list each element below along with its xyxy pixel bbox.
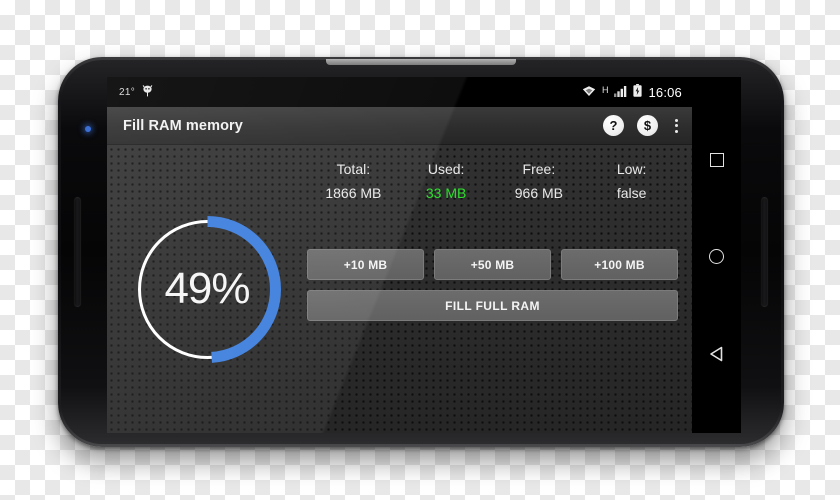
speaker-grille-left — [74, 197, 81, 307]
network-type-label: H — [601, 84, 609, 95]
add-10mb-button[interactable]: +10 MB — [307, 249, 424, 280]
temperature-indicator: 21° — [119, 86, 136, 98]
ram-usage-gauge: 49% — [131, 213, 284, 366]
battery-charging-icon — [633, 84, 643, 100]
stat-label: Total: — [336, 161, 371, 177]
stat-value: 1866 MB — [325, 185, 382, 201]
action-bar: Fill RAM memory ? $ — [107, 107, 692, 145]
clock: 16:06 — [648, 84, 682, 100]
recents-square-icon[interactable] — [708, 151, 725, 168]
app-area: 21° H 16:06 Fill RAM memory ? $ 49% Tota… — [107, 77, 692, 433]
overflow-dot — [675, 118, 678, 122]
status-bar: 21° H 16:06 — [107, 77, 692, 107]
stat-label: Free: — [522, 161, 556, 177]
help-icon[interactable]: ? — [603, 115, 624, 136]
stat-label: Used: — [427, 161, 465, 177]
back-triangle-icon[interactable] — [708, 346, 725, 363]
stat-used: Used: 33 MB — [400, 161, 493, 201]
action-bar-icons: ? $ — [603, 115, 682, 136]
android-notification-icon — [142, 84, 153, 100]
page-title: Fill RAM memory — [123, 117, 243, 134]
earpiece-speaker — [326, 59, 516, 65]
main-content: 49% Total: 1866 MB Used: 33 MB Free: 966… — [107, 145, 692, 433]
home-circle-icon[interactable] — [708, 248, 725, 265]
status-bar-left: 21° — [119, 84, 153, 100]
add-50mb-button[interactable]: +50 MB — [434, 249, 551, 280]
notification-led — [85, 126, 91, 132]
gauge-percent-label: 49% — [164, 264, 250, 313]
gauge-column: 49% — [107, 145, 307, 433]
phone-bezel: 21° H 16:06 Fill RAM memory ? $ 49% Tota… — [61, 59, 781, 444]
stat-low: Low: false — [585, 161, 678, 201]
wifi-icon — [582, 85, 596, 100]
stat-value: false — [616, 185, 647, 201]
navigation-bar — [692, 77, 741, 433]
overflow-menu-icon[interactable] — [671, 117, 682, 135]
stat-label: Low: — [616, 161, 647, 177]
overflow-dot — [675, 124, 678, 127]
stat-value: 966 MB — [514, 185, 563, 201]
add-100mb-button[interactable]: +100 MB — [561, 249, 678, 280]
donate-dollar-icon[interactable]: $ — [637, 115, 658, 136]
right-column: Total: 1866 MB Used: 33 MB Free: 966 MB — [307, 145, 692, 433]
signal-bars-icon — [614, 85, 627, 100]
phone-screen: 21° H 16:06 Fill RAM memory ? $ 49% Tota… — [107, 77, 741, 433]
stat-value: 33 MB — [425, 185, 467, 201]
speaker-grille-right — [761, 197, 768, 307]
stat-total: Total: 1866 MB — [307, 161, 400, 201]
stat-free: Free: 966 MB — [493, 161, 586, 201]
status-bar-right: H 16:06 — [582, 84, 682, 100]
fill-full-ram-button[interactable]: FILL FULL RAM — [307, 290, 678, 321]
overflow-dot — [675, 129, 678, 133]
phone-device: 21° H 16:06 Fill RAM memory ? $ 49% Tota… — [58, 57, 784, 447]
memory-stats: Total: 1866 MB Used: 33 MB Free: 966 MB — [307, 161, 678, 201]
increment-button-row: +10 MB +50 MB +100 MB — [307, 249, 678, 280]
